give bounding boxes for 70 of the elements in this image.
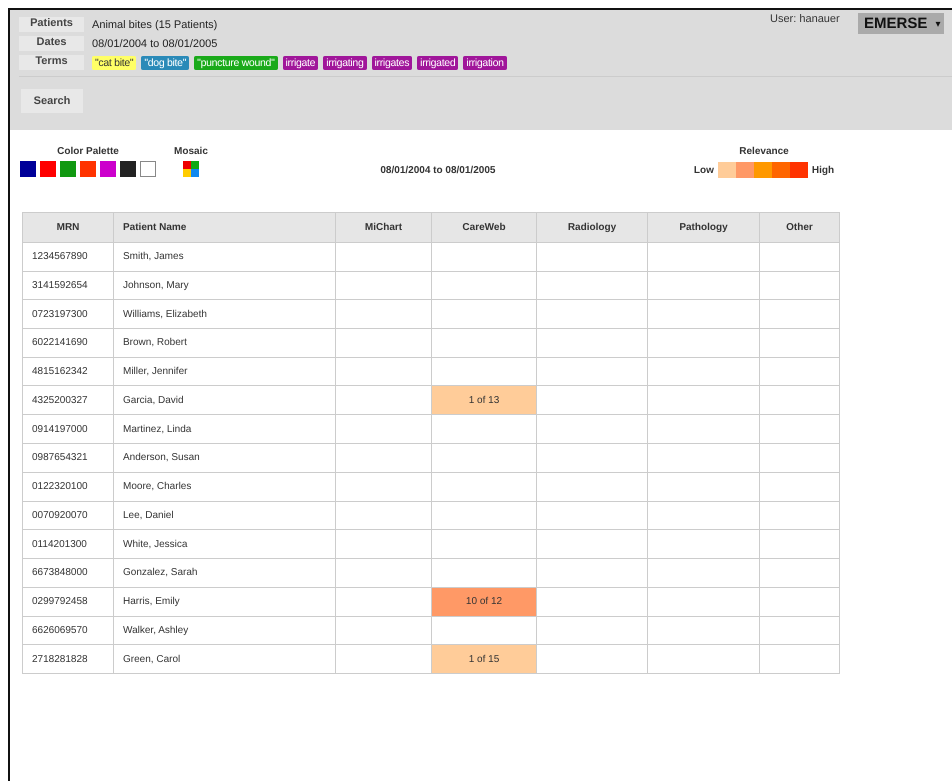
patient-name-cell: Martinez, Linda	[114, 414, 336, 444]
mrn-cell: 2718281828	[22, 644, 114, 674]
column-header[interactable]: Pathology	[648, 212, 760, 242]
color-swatch[interactable]	[100, 161, 116, 177]
patient-name-cell: White, Jessica	[114, 530, 336, 558]
term-tag[interactable]: irrigated	[417, 56, 458, 70]
mosaic-title: Mosaic	[174, 146, 208, 157]
field-value: Animal bites (15 Patients)	[92, 18, 218, 30]
column-header[interactable]: Patient Name	[114, 212, 336, 242]
patient-name-cell: Johnson, Mary	[114, 271, 336, 300]
patient-name-cell: Harris, Emily	[114, 587, 336, 616]
term-tag[interactable]: "dog bite"	[141, 56, 190, 70]
hit-count-cell[interactable]: 10 of 12	[432, 588, 536, 616]
mrn-cell: 6022141690	[22, 328, 114, 358]
mrn-cell: 1234567890	[22, 242, 114, 272]
mrn-cell: 4815162342	[22, 357, 114, 386]
caret-icon: ▾	[935, 18, 940, 30]
patient-name-cell: Lee, Daniel	[114, 501, 336, 530]
field-label: Patients	[19, 17, 84, 32]
patient-name-cell: Williams, Elizabeth	[114, 300, 336, 329]
patient-name-cell: Smith, James	[114, 242, 336, 272]
palette-title: Color Palette	[57, 146, 119, 157]
mrn-cell: 0914197000	[22, 414, 114, 444]
color-swatch[interactable]	[20, 161, 36, 177]
mrn-cell: 0723197300	[22, 300, 114, 329]
term-tag[interactable]: irrigation	[463, 56, 507, 70]
relevance-title: Relevance	[739, 146, 789, 157]
term-tag[interactable]: "cat bite"	[92, 56, 136, 70]
user-label: User: hanauer	[770, 13, 840, 25]
color-swatch[interactable]	[140, 161, 156, 177]
mrn-cell: 3141592654	[22, 271, 114, 300]
hit-count-cell[interactable]: 1 of 13	[432, 386, 536, 414]
patient-name-cell: Green, Carol	[114, 644, 336, 674]
patient-name-cell: Brown, Robert	[114, 328, 336, 358]
color-swatch[interactable]	[120, 161, 136, 177]
date-range: 08/01/2004 to 08/01/2005	[379, 165, 496, 176]
patient-name-cell: Walker, Ashley	[114, 616, 336, 645]
patient-name-cell: Garcia, David	[114, 386, 336, 415]
column-header[interactable]: CareWeb	[432, 212, 536, 242]
mrn-cell: 0299792458	[22, 587, 114, 616]
mrn-cell: 0070920070	[22, 501, 114, 530]
high-label: High	[812, 164, 834, 176]
field-label: Terms	[19, 55, 84, 70]
mosaic-icon[interactable]	[182, 161, 199, 177]
term-tag[interactable]: irrigating	[323, 56, 366, 70]
mrn-cell: 0122320100	[22, 472, 114, 501]
color-swatch[interactable]	[40, 161, 56, 177]
field-value: 08/01/2004 to 08/01/2005	[92, 38, 218, 50]
column-header[interactable]: Other	[760, 212, 840, 242]
patient-name-cell: Miller, Jennifer	[114, 357, 336, 386]
patient-name-cell: Anderson, Susan	[114, 444, 336, 472]
term-tag[interactable]: irrigate	[282, 56, 318, 70]
mrn-cell: 4325200327	[22, 386, 114, 415]
mrn-cell: 0987654321	[22, 444, 114, 472]
mrn-cell: 6626069570	[22, 616, 114, 645]
color-swatch[interactable]	[60, 161, 76, 177]
term-tag[interactable]: irrigates	[372, 56, 412, 70]
column-header[interactable]: MiChart	[336, 212, 432, 242]
patient-name-cell: Moore, Charles	[114, 472, 336, 501]
search-button[interactable]: Search	[21, 89, 83, 113]
mrn-cell: 6673848000	[22, 558, 114, 588]
hit-count-cell[interactable]: 1 of 15	[432, 645, 536, 674]
patient-name-cell: Gonzalez, Sarah	[114, 558, 336, 588]
column-header[interactable]: Radiology	[536, 212, 648, 242]
mrn-cell: 0114201300	[22, 530, 114, 558]
column-header[interactable]: MRN	[22, 212, 114, 242]
app-menu[interactable]: EMERSE ▾	[858, 13, 944, 34]
color-swatch[interactable]	[80, 161, 96, 177]
low-label: Low	[694, 164, 714, 176]
field-label: Dates	[19, 36, 84, 51]
